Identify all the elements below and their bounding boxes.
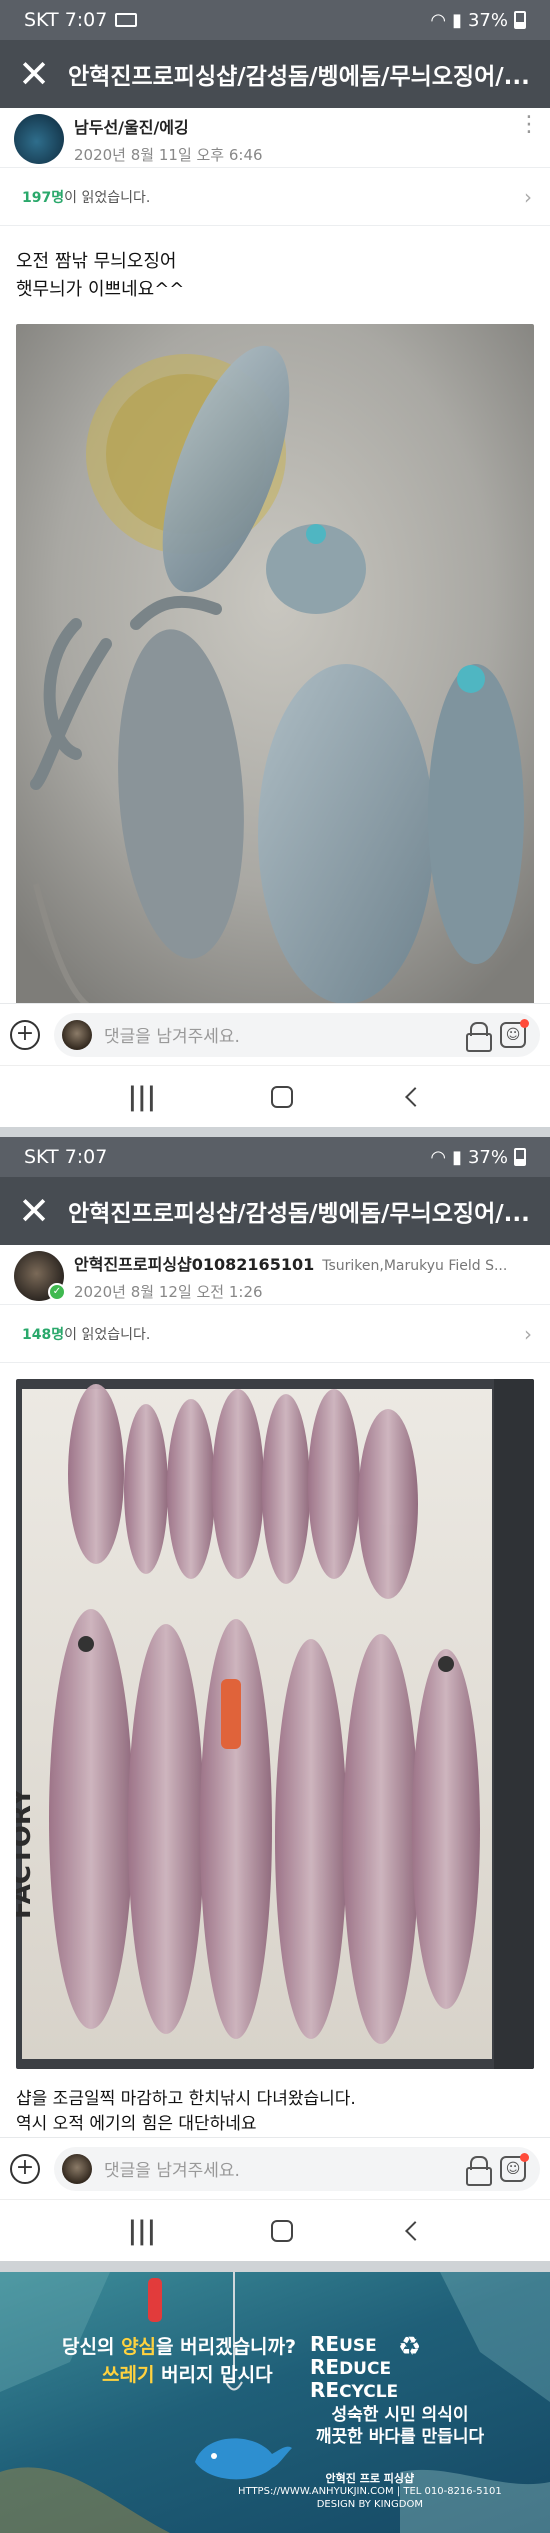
home-icon[interactable] — [271, 1085, 294, 1108]
battery-icon — [514, 11, 526, 29]
post-line: 오전 짬낚 무늬오징어 — [16, 251, 177, 272]
recycle-icon: ♻ — [398, 2332, 422, 2362]
battery-icon — [514, 1148, 526, 1166]
chevron-right-icon: › — [524, 1321, 532, 1346]
author-name[interactable]: 안혁진프로피싱샵01082165101 — [74, 1255, 314, 1274]
close-icon[interactable]: ✕ — [18, 1192, 50, 1230]
read-suffix: 이 읽었습니다. — [64, 1326, 151, 1343]
banner-headline-1: 당신의 양심을 버리겠습니까? — [62, 2336, 297, 2358]
banner-credit: 안혁진 프로 피싱샵 HTTPS://WWW.ANHYUKJIN.COM | T… — [238, 2472, 502, 2510]
back-icon[interactable] — [405, 1086, 426, 1107]
signal-icon: ▮ — [452, 9, 462, 31]
read-count-row[interactable]: 197명이 읽었습니다. › — [0, 168, 550, 226]
app-bar: ✕ 안혁진프로피싱샵/감성돔/벵에돔/무늬오징어/... — [0, 1177, 550, 1245]
post-date: 2020년 8월 11일 오후 6:46 — [74, 146, 263, 164]
reuse-reduce-recycle: REUSE REDUCE RECYCLE — [310, 2332, 399, 2403]
post-author[interactable]: ✓ 안혁진프로피싱샵01082165101 Tsuriken,Marukyu Fi… — [0, 1245, 550, 1305]
system-nav-bar: ||| — [0, 2199, 550, 2261]
squid-photo-graphic — [16, 324, 534, 1010]
screen-1: SKT 7:07 ◠ ▮ 37% ✕ 안혁진프로피싱샵/감성돔/벵에돔/무늬오징… — [0, 0, 550, 1127]
back-icon[interactable] — [405, 2220, 426, 2241]
avatar — [62, 1019, 92, 1050]
status-bar: SKT 7:07 ◠ ▮ 37% — [0, 0, 550, 40]
comment-placeholder: 댓글을 남겨주세요. — [104, 1027, 240, 1047]
post-line: 샵을 조금일찍 마감하고 한치낚시 다녀왔습니다. — [16, 2089, 356, 2109]
comment-placeholder: 댓글을 남겨주세요. — [104, 2161, 240, 2181]
battery-percent: 37% — [467, 1146, 508, 1168]
wifi-icon: ◠ — [430, 1146, 447, 1168]
sticker-icon[interactable]: ☺ — [500, 1018, 529, 1048]
anti-litter-banner: 당신의 양심을 버리겠습니까? 쓰레기 버리지 맙시다 REUSE REDUCE… — [0, 2272, 550, 2533]
add-attachment-button[interactable]: + — [10, 2153, 40, 2184]
squid-photo-graphic: FACTORY — [16, 1379, 534, 2069]
leader-badge-icon: ✓ — [48, 1283, 66, 1301]
band-title: 안혁진프로피싱샵/감성돔/벵에돔/무늬오징어/... — [68, 64, 530, 90]
read-count: 148명 — [22, 1326, 65, 1343]
post-photo[interactable] — [16, 324, 534, 1010]
read-suffix: 이 읽었습니다. — [64, 189, 151, 206]
post-body: 오전 짬낚 무늬오징어 햇무늬가 이쁘네요^^ — [0, 226, 550, 304]
comment-input[interactable]: 댓글을 남겨주세요. ☺ — [54, 2146, 540, 2191]
screen-2: SKT 7:07 ◠ ▮ 37% ✕ 안혁진프로피싱샵/감성돔/벵에돔/무늬오징… — [0, 1137, 550, 2261]
carrier-time: SKT 7:07 — [24, 9, 108, 31]
avatar — [62, 2153, 92, 2184]
comment-bar: + 댓글을 남겨주세요. ☺ — [0, 1003, 550, 1065]
recent-apps-icon[interactable]: ||| — [128, 2216, 157, 2246]
gallery-notification-icon — [115, 13, 138, 27]
status-bar: SKT 7:07 ◠ ▮ 37% — [0, 1137, 550, 1177]
post-body: 샵을 조금일찍 마감하고 한치낚시 다녀왔습니다. 역시 오적 에기의 힘은 대… — [0, 2069, 550, 2137]
home-icon[interactable] — [271, 2219, 294, 2242]
read-count-row[interactable]: 148명이 읽었습니다. › — [0, 1305, 550, 1363]
close-icon[interactable]: ✕ — [18, 55, 50, 93]
comment-input[interactable]: 댓글을 남겨주세요. ☺ — [54, 1012, 540, 1057]
band-title: 안혁진프로피싱샵/감성돔/벵에돔/무늬오징어/... — [68, 1201, 530, 1227]
post-author[interactable]: 남두선/울진/에깅 2020년 8월 11일 오후 6:46 ⋮ — [0, 108, 550, 168]
comment-bar: + 댓글을 남겨주세요. ☺ — [0, 2137, 550, 2199]
app-bar: ✕ 안혁진프로피싱샵/감성돔/벵에돔/무늬오징어/... — [0, 40, 550, 108]
signal-icon: ▮ — [452, 1146, 462, 1168]
avatar[interactable] — [14, 114, 64, 164]
lock-icon[interactable] — [466, 2155, 492, 2186]
banner-subtext: 성숙한 시민 의식이 깨끗한 바다를 만듭니다 — [315, 2405, 485, 2447]
author-extra: Tsuriken,Marukyu Field S... — [322, 1258, 508, 1274]
post-photo[interactable]: FACTORY — [16, 1379, 534, 2069]
post-date: 2020년 8월 12일 오전 1:26 — [74, 1283, 263, 1301]
more-options-icon[interactable]: ⋮ — [518, 114, 540, 136]
add-attachment-button[interactable]: + — [10, 1019, 40, 1050]
post-line: 역시 오적 에기의 힘은 대단하네요 — [16, 2114, 257, 2134]
wifi-icon: ◠ — [430, 9, 447, 31]
banner-headline-2: 쓰레기 버리지 맙시다 — [102, 2364, 273, 2386]
post-line: 햇무늬가 이쁘네요^^ — [16, 279, 185, 300]
sticker-icon[interactable]: ☺ — [500, 2152, 529, 2182]
svg-text:FACTORY: FACTORY — [16, 1787, 37, 1919]
carrier-time: SKT 7:07 — [24, 1146, 108, 1168]
lock-icon[interactable] — [466, 1021, 492, 1052]
author-name[interactable]: 남두선/울진/에깅 — [74, 114, 508, 138]
battery-percent: 37% — [467, 9, 508, 31]
read-count: 197명 — [22, 189, 65, 206]
system-nav-bar: ||| — [0, 1065, 550, 1127]
recent-apps-icon[interactable]: ||| — [128, 1082, 157, 1112]
chevron-right-icon: › — [524, 184, 532, 209]
avatar[interactable]: ✓ — [14, 1251, 66, 1301]
